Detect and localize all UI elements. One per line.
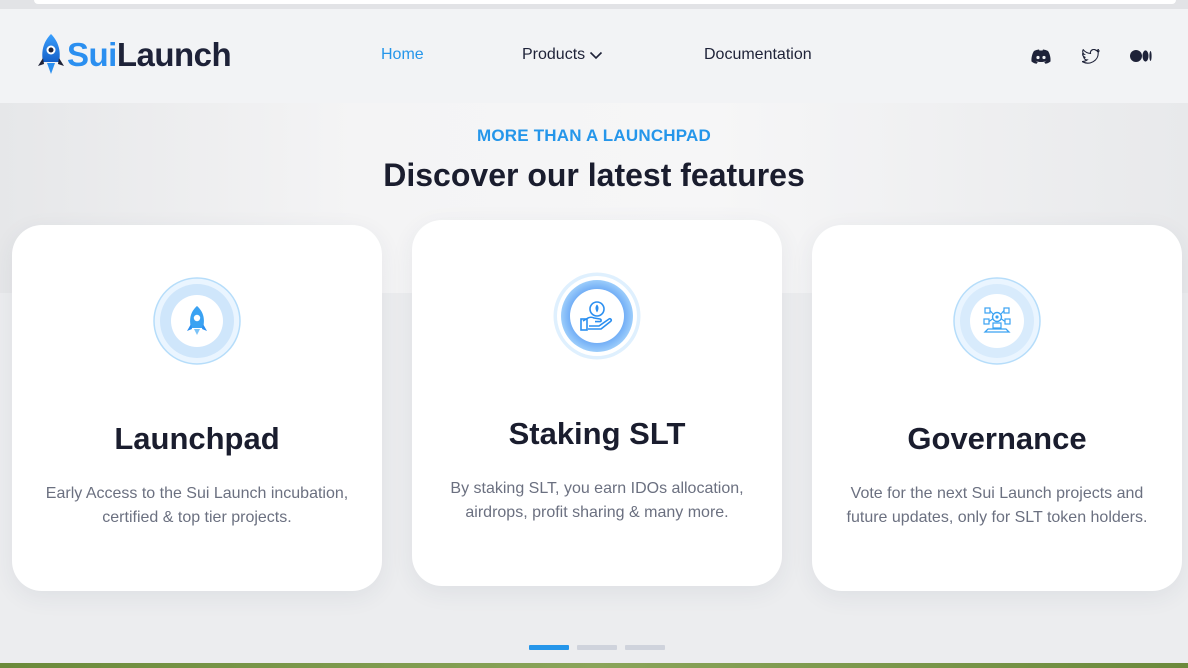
rocket-logo-icon <box>38 34 64 74</box>
bottom-strip <box>0 663 1188 668</box>
feature-card-staking[interactable]: Staking SLT By staking SLT, you earn IDO… <box>412 220 782 586</box>
section-eyebrow: MORE THAN A LAUNCHPAD <box>477 126 711 145</box>
carousel-dot-3[interactable] <box>625 645 665 650</box>
governance-icon <box>953 277 1041 365</box>
feature-card-governance[interactable]: Governance Vote for the next Sui Launch … <box>812 225 1182 591</box>
nav-documentation[interactable]: Documentation <box>704 46 812 64</box>
card-title: Governance <box>907 421 1087 456</box>
nav-products[interactable]: Products <box>522 46 603 64</box>
nav-products-label: Products <box>522 46 586 63</box>
brand-name-launch: Launch <box>116 36 232 73</box>
carousel-dot-1[interactable] <box>529 645 569 650</box>
nav-documentation-label: Documentation <box>704 46 812 63</box>
chevron-down-icon <box>590 51 603 60</box>
medium-icon[interactable] <box>1130 47 1152 65</box>
card-title: Staking SLT <box>508 416 686 451</box>
nav-home[interactable]: Home <box>381 46 424 64</box>
site-header: SuiLaunch Home Products Documentation <box>0 9 1188 103</box>
brand-name-sui: Sui <box>67 36 117 73</box>
card-description: By staking SLT, you earn IDOs allocation… <box>450 480 744 521</box>
twitter-icon[interactable] <box>1081 47 1101 65</box>
brand-logo[interactable]: SuiLaunch <box>37 32 232 78</box>
card-description: Vote for the next Sui Launch projects an… <box>846 485 1148 526</box>
section-title: Discover our latest features <box>383 157 805 193</box>
feature-card-launchpad[interactable]: Launchpad Early Access to the Sui Launch… <box>12 225 382 591</box>
card-description: Early Access to the Sui Launch incubatio… <box>45 485 349 526</box>
browser-top-strip <box>0 0 1188 9</box>
carousel-dot-2[interactable] <box>577 645 617 650</box>
hand-coin-icon <box>553 272 641 360</box>
nav-home-label: Home <box>381 46 424 63</box>
card-title: Launchpad <box>114 421 280 456</box>
discord-icon[interactable] <box>1031 47 1051 65</box>
rocket-icon <box>153 277 241 365</box>
